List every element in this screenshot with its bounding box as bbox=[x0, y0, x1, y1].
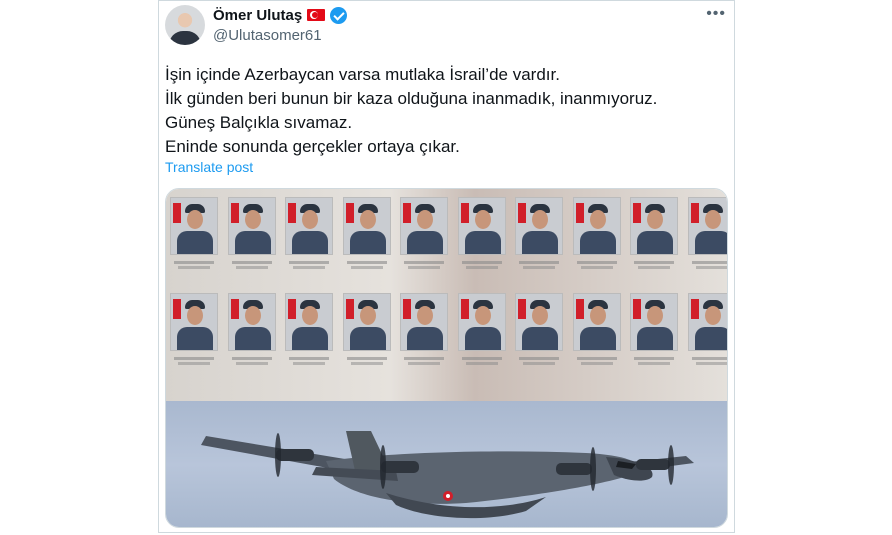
memorial-portrait bbox=[170, 197, 218, 255]
portrait-caption-placeholder bbox=[684, 355, 727, 367]
portrait-caption-placeholder bbox=[166, 355, 222, 367]
author-avatar[interactable] bbox=[165, 5, 205, 45]
portrait-caption-placeholder bbox=[166, 259, 222, 271]
tweet-line: Eninde sonunda gerçekler ortaya çıkar. bbox=[165, 137, 460, 156]
author-handle[interactable]: @Ulutasomer61 bbox=[213, 27, 322, 44]
memorial-portrait bbox=[342, 197, 391, 255]
verified-badge-icon[interactable] bbox=[330, 6, 348, 24]
portrait-caption-placeholder bbox=[339, 355, 395, 367]
memorial-portrait bbox=[170, 293, 218, 351]
translate-post-link[interactable]: Translate post bbox=[165, 159, 253, 175]
portrait-caption-placeholder bbox=[224, 259, 280, 271]
portrait-caption-placeholder bbox=[626, 259, 682, 271]
memorial-portrait bbox=[572, 293, 621, 351]
portrait-caption-placeholder bbox=[511, 259, 567, 271]
portrait-caption-placeholder bbox=[396, 259, 452, 271]
memorial-portrait bbox=[687, 293, 727, 351]
c130-aircraft-illustration bbox=[201, 431, 694, 519]
portrait-caption-placeholder bbox=[511, 355, 567, 367]
turkey-flag-icon bbox=[307, 9, 326, 21]
tweet-card[interactable]: Ömer Ulutaş @Ulutasomer61 ••• İşin içind… bbox=[158, 0, 735, 533]
portrait-caption-placeholder bbox=[684, 259, 727, 271]
memorial-portrait bbox=[515, 197, 563, 255]
portrait-caption-placeholder bbox=[454, 259, 510, 271]
tweet-media-image[interactable] bbox=[165, 188, 728, 528]
portrait-caption-placeholder bbox=[454, 355, 510, 367]
portrait-caption-placeholder bbox=[396, 355, 452, 367]
memorial-portrait bbox=[227, 197, 276, 255]
memorial-portrait bbox=[687, 197, 727, 255]
tweet-line: İlk günden beri bunun bir kaza olduğuna … bbox=[165, 89, 658, 108]
more-options-icon[interactable]: ••• bbox=[706, 5, 726, 23]
portrait-caption-placeholder bbox=[281, 355, 337, 367]
memorial-portrait bbox=[285, 293, 333, 351]
memorial-portrait bbox=[630, 197, 678, 255]
memorial-portrait-grid bbox=[166, 189, 727, 401]
author-name[interactable]: Ömer Ulutaş bbox=[213, 7, 302, 24]
memorial-portrait bbox=[285, 197, 333, 255]
memorial-portrait bbox=[342, 293, 391, 351]
portrait-caption-placeholder bbox=[569, 259, 625, 271]
memorial-portrait bbox=[227, 293, 276, 351]
tweet-text: İşin içinde Azerbaycan varsa mutlaka İsr… bbox=[165, 63, 725, 159]
tweet-line: İşin içinde Azerbaycan varsa mutlaka İsr… bbox=[165, 65, 560, 84]
portrait-caption-placeholder bbox=[224, 355, 280, 367]
memorial-portrait bbox=[400, 197, 448, 255]
memorial-portrait bbox=[400, 293, 448, 351]
memorial-portrait bbox=[457, 293, 506, 351]
portrait-caption-placeholder bbox=[281, 259, 337, 271]
memorial-portrait bbox=[515, 293, 563, 351]
memorial-portrait bbox=[457, 197, 506, 255]
memorial-portrait bbox=[630, 293, 678, 351]
author-row: Ömer Ulutaş bbox=[213, 5, 348, 25]
portrait-caption-placeholder bbox=[626, 355, 682, 367]
portrait-caption-placeholder bbox=[339, 259, 395, 271]
memorial-portrait bbox=[572, 197, 621, 255]
portrait-caption-placeholder bbox=[569, 355, 625, 367]
tweet-line: Güneş Balçıkla sıvamaz. bbox=[165, 113, 353, 132]
